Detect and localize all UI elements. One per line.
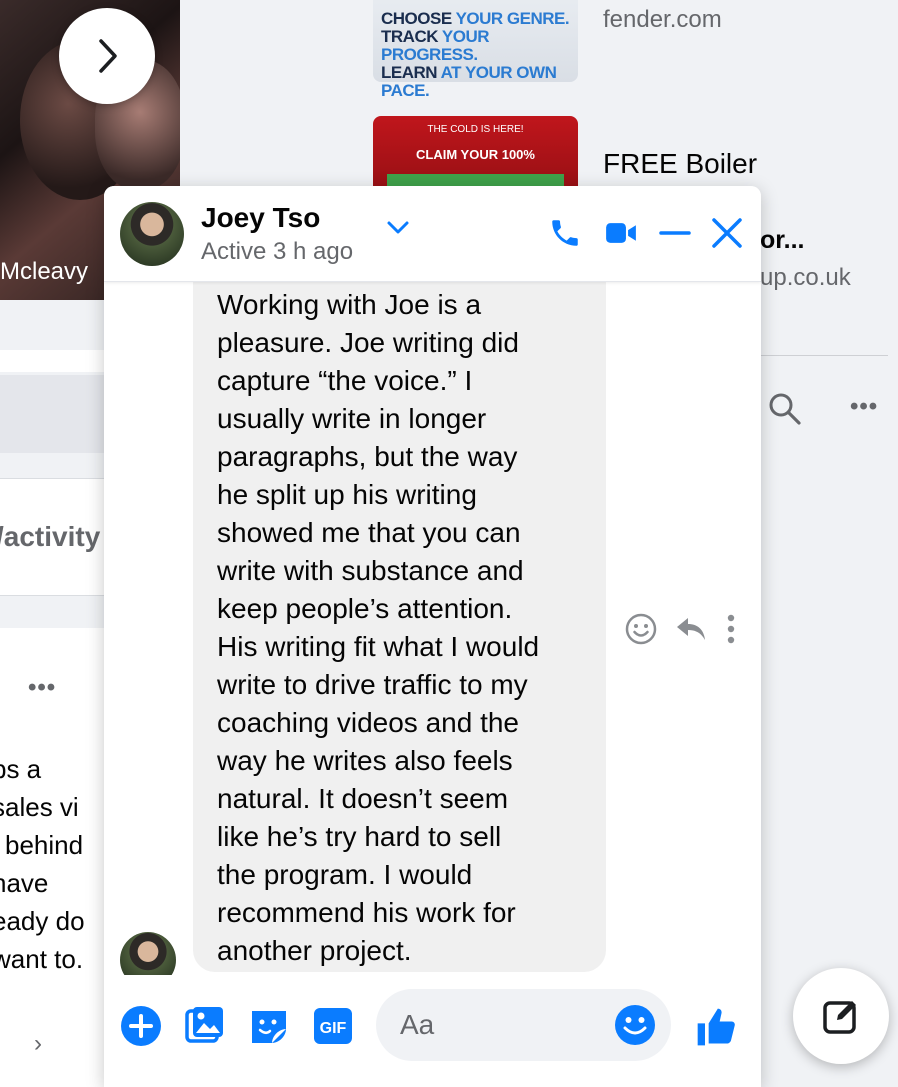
sticker-icon[interactable] [248, 1005, 290, 1052]
ad-url[interactable]: up.co.uk [760, 264, 851, 292]
feed-card-edge [0, 350, 104, 372]
post-text-line: have [0, 868, 49, 898]
chat-window: Joey Tso Active 3 h ago Working with Joe… [104, 186, 761, 1087]
contact-status: Active 3 h ago [201, 238, 354, 265]
post-text-line: bs a [0, 754, 42, 784]
post-text-line: want to. [0, 944, 84, 974]
chat-header[interactable]: Joey Tso Active 3 h ago [104, 186, 761, 282]
ad-url[interactable]: fender.com [603, 6, 722, 34]
phone-icon[interactable] [548, 216, 582, 255]
ad-image-line: CHOOSE YOUR GENRE. [381, 9, 570, 28]
more-icon[interactable] [724, 612, 738, 651]
reply-icon[interactable] [674, 612, 708, 651]
react-icon[interactable] [624, 612, 658, 651]
sidebar-divider [760, 355, 888, 356]
ad-title-continued[interactable]: or... [760, 226, 804, 255]
ad-image-caption: THE COLD IS HERE! [427, 124, 524, 135]
compose-icon [823, 1001, 856, 1034]
new-message-button[interactable] [793, 968, 889, 1064]
more-options-icon[interactable]: ••• [850, 393, 878, 421]
ad-title[interactable]: FREE Boiler [603, 148, 757, 180]
post-text-line: sales vi [0, 792, 79, 822]
avatar [120, 932, 176, 975]
avatar[interactable] [120, 202, 184, 266]
message-input[interactable] [400, 989, 600, 1061]
contact-name[interactable]: Joey Tso [201, 202, 320, 234]
chevron-right-icon [99, 39, 117, 73]
message-text: Working with Joe is a pleasure. Joe writ… [217, 289, 540, 966]
feed-tab-label: /activity [0, 521, 101, 552]
post-text-line: eady do [0, 906, 85, 936]
feed-input-bar[interactable] [0, 375, 104, 453]
thumbs-up-icon[interactable] [694, 1005, 738, 1054]
message-actions [624, 612, 738, 651]
message-bubble[interactable]: Working with Joe is a pleasure. Joe writ… [193, 282, 606, 972]
chevron-right-icon[interactable]: › [34, 1030, 42, 1058]
post-more-icon[interactable]: ••• [28, 674, 56, 702]
chevron-down-icon[interactable] [386, 220, 410, 241]
message-list[interactable]: Working with Joe is a pleasure. Joe writ… [104, 282, 761, 975]
emoji-icon[interactable] [614, 1004, 656, 1051]
post-text: bs a sales vi l behind have eady do want… [0, 750, 104, 978]
composer: GIF [104, 975, 761, 1087]
story-next-button[interactable] [59, 8, 155, 104]
close-icon[interactable] [710, 216, 744, 255]
post-text-line: l behind [0, 830, 84, 860]
ad-image-fender[interactable]: CHOOSE YOUR GENRE. TRACK YOUR PROGRESS. … [373, 0, 578, 100]
message-input-wrapper[interactable] [376, 989, 671, 1061]
search-icon[interactable] [768, 392, 802, 431]
image-icon[interactable] [184, 1005, 226, 1052]
ad-image-line: LEARN AT YOUR OWN PACE. [381, 63, 557, 100]
plus-icon[interactable] [120, 1005, 162, 1052]
minimize-icon[interactable] [658, 216, 692, 255]
story-author-name: Mcleavy [0, 258, 89, 285]
video-icon[interactable] [604, 216, 638, 255]
gif-icon[interactable]: GIF [312, 1005, 354, 1052]
ad-image-line: TRACK YOUR PROGRESS. [381, 27, 490, 64]
ad-image-headline: CLAIM YOUR 100% [416, 147, 535, 162]
feed-tab[interactable]: /activity [0, 478, 104, 596]
svg-text:GIF: GIF [320, 1020, 347, 1037]
ad-image-band [387, 174, 564, 186]
